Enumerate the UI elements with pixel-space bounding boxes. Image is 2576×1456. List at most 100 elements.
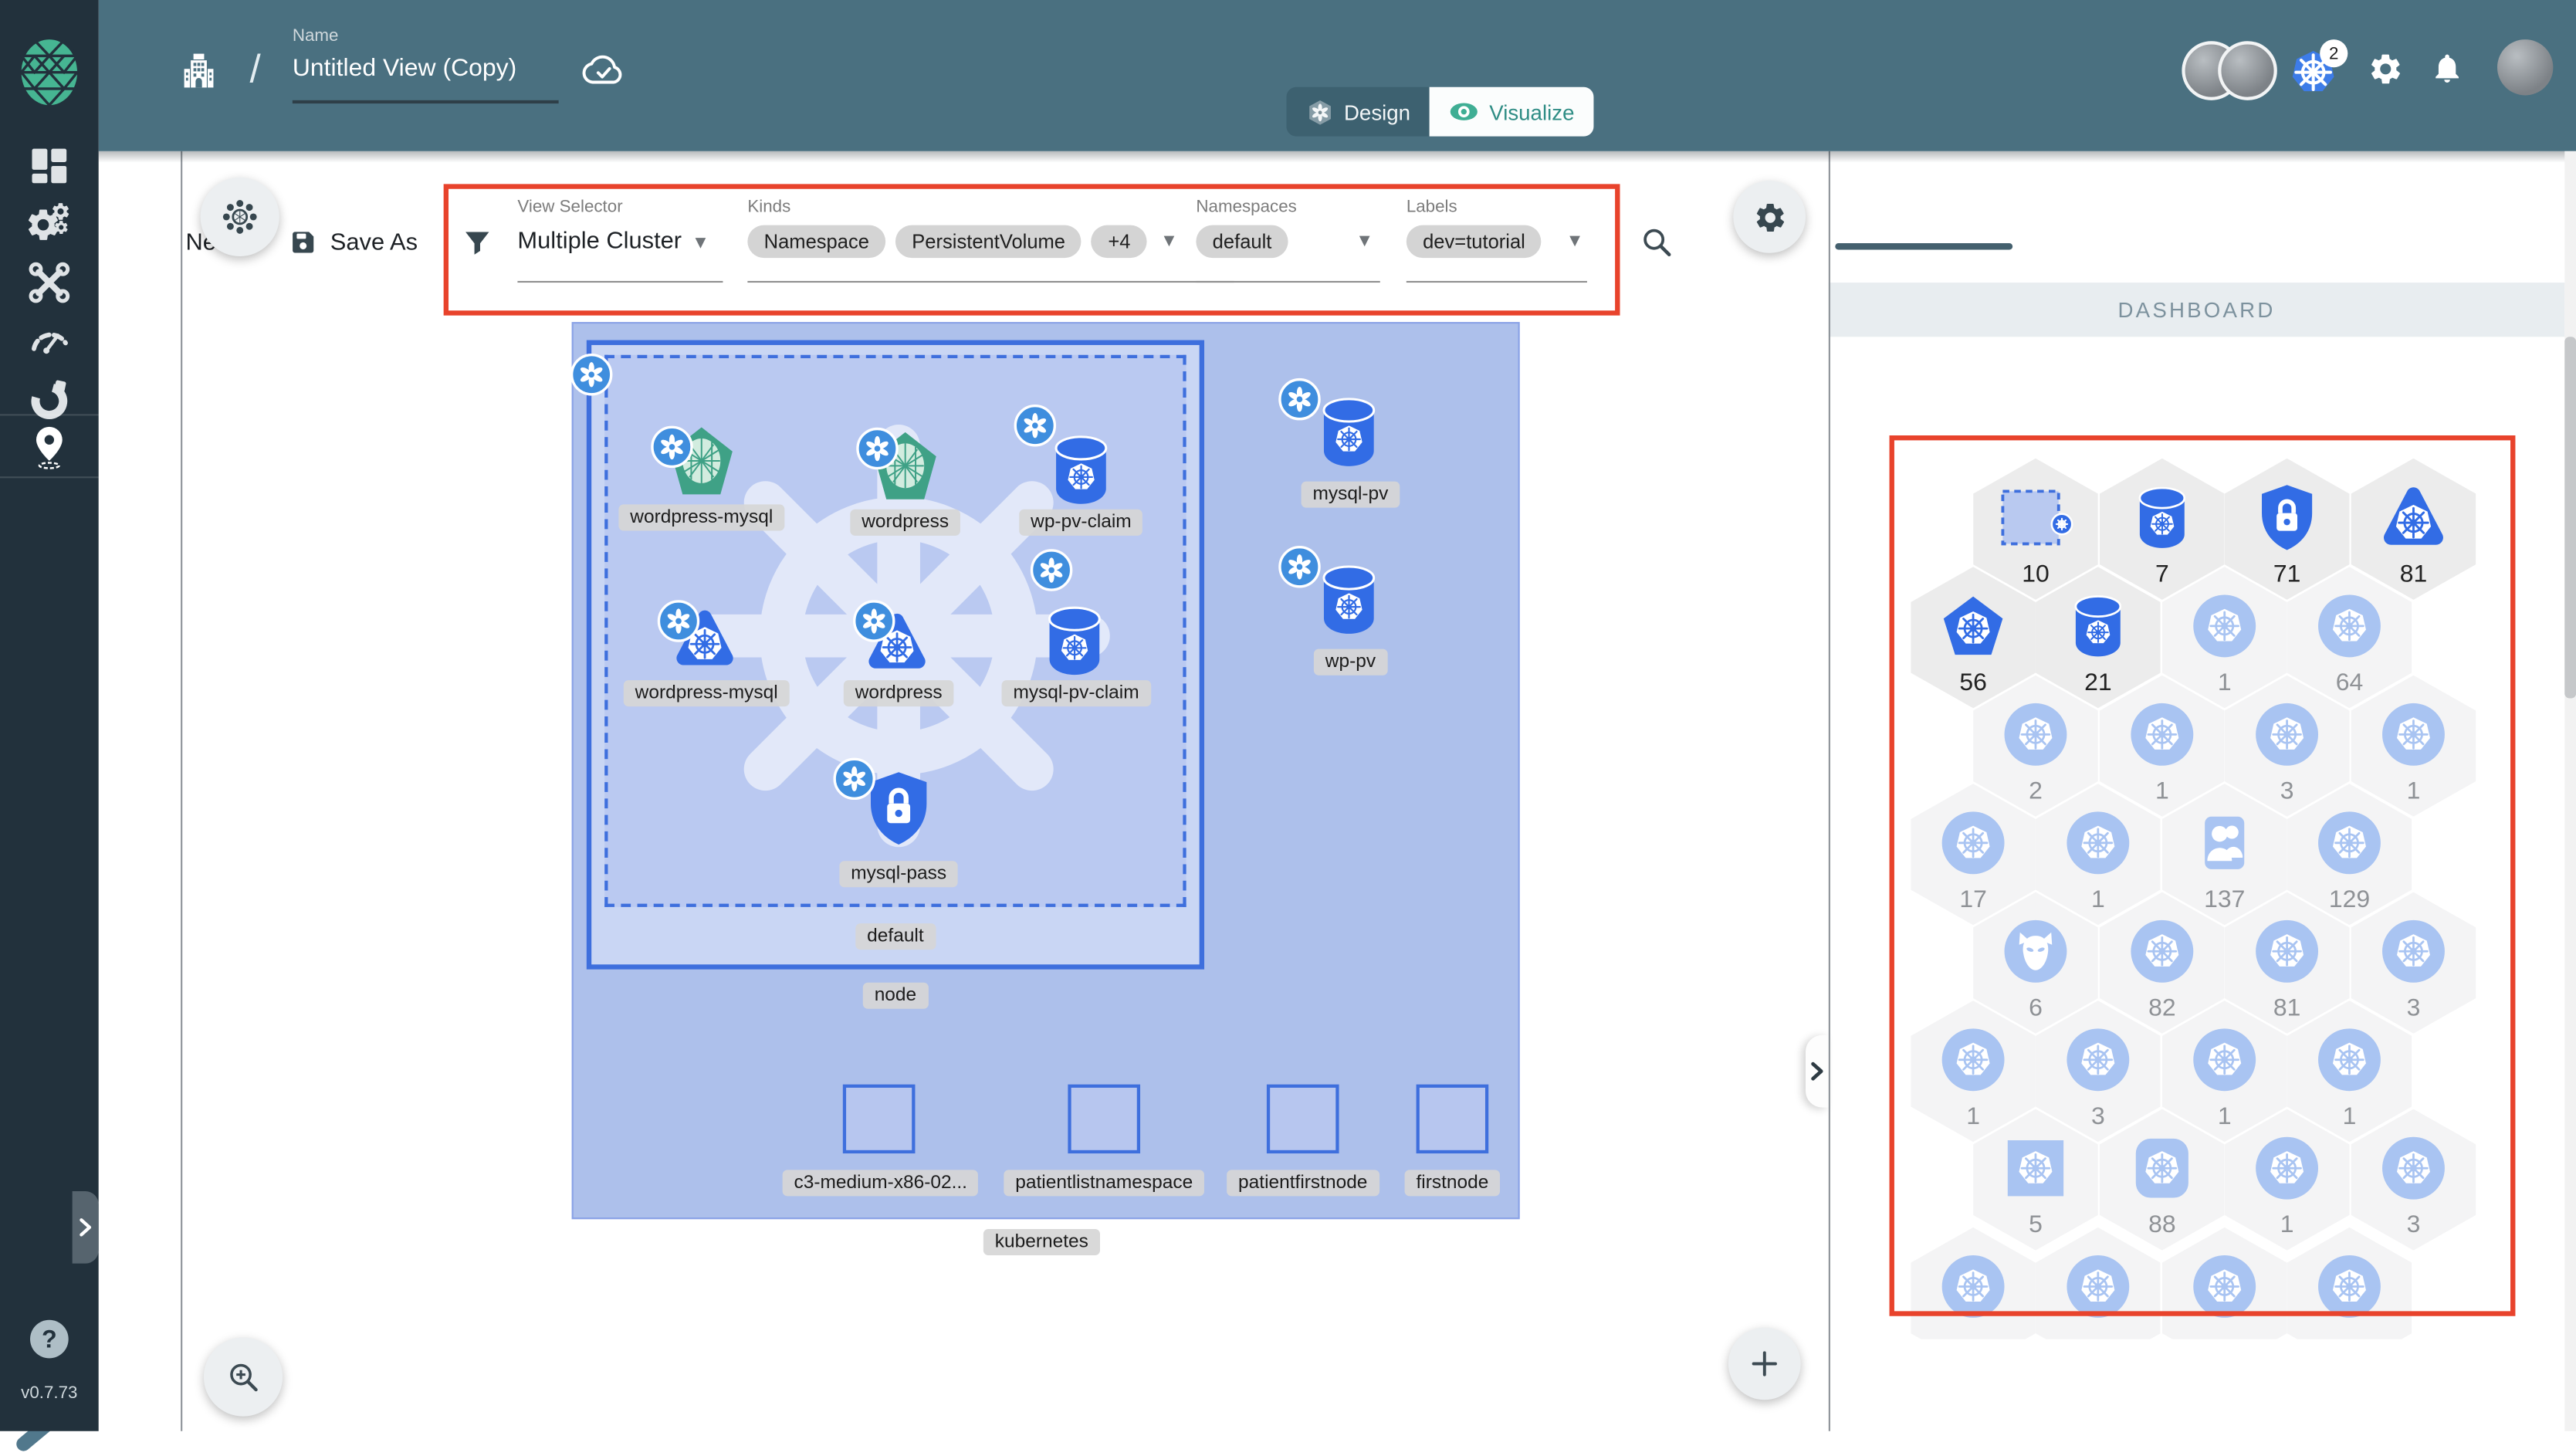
- svg-text:?: ?: [42, 1326, 57, 1353]
- mode-toggle: Design Visualize: [1286, 86, 1595, 137]
- hexagon-circle[interactable]: [2161, 1227, 2287, 1339]
- meshery-operator-badge: [651, 425, 693, 469]
- hexagon-circle[interactable]: [2287, 1227, 2412, 1339]
- resource-label: mysql-pass: [839, 861, 958, 888]
- circle-icon: [2287, 1245, 2412, 1327]
- circle-icon: [2036, 1019, 2161, 1101]
- sidebar-item-environment[interactable]: [0, 424, 99, 470]
- labels-select[interactable]: dev=tutorial ▼: [1406, 225, 1584, 259]
- meshery-logo[interactable]: [13, 36, 86, 109]
- notifications-bell-icon[interactable]: [2430, 51, 2465, 86]
- zoom-in-button[interactable]: [203, 1337, 283, 1417]
- canvas-settings-button[interactable]: [1733, 181, 1806, 253]
- sidebar-item-configuration[interactable]: [0, 259, 99, 306]
- meshery-operator-badge: [657, 600, 700, 642]
- user-avatar[interactable]: [2497, 39, 2554, 96]
- visualize-label: Visualize: [1489, 99, 1575, 124]
- meshery-app: / Name Untitled View (Copy) Design Visua…: [0, 0, 2576, 1451]
- namespace-label: default: [855, 923, 936, 950]
- design-icon: [1306, 98, 1334, 126]
- tab-design[interactable]: Design: [1286, 86, 1430, 137]
- namespaces-select[interactable]: default ▼: [1196, 225, 1373, 259]
- chevron-down-icon: ▼: [1159, 232, 1178, 252]
- circle-icon: [1911, 1245, 2036, 1327]
- name-underline: [292, 100, 559, 104]
- hexagon-circle[interactable]: [1911, 1227, 2036, 1339]
- kind-chip[interactable]: PersistentVolume: [895, 225, 1082, 259]
- save-as-button[interactable]: Save As: [330, 230, 418, 256]
- actions-fab-button[interactable]: [200, 177, 279, 257]
- tool-rail: [98, 151, 181, 1431]
- sidebar-item-lifecycle[interactable]: [0, 202, 99, 249]
- dashboard-section-header: DASHBOARD: [1828, 283, 2565, 337]
- filter-funnel-icon: [462, 227, 493, 258]
- panel-divider: [1828, 151, 1830, 1431]
- resource-count: 3: [2406, 1211, 2421, 1239]
- roundsquare-icon: [2100, 1127, 2225, 1209]
- plus-icon: [1748, 1347, 1782, 1380]
- circle-icon: [2162, 1245, 2287, 1327]
- circle-icon: [1911, 1019, 2036, 1101]
- triangle-icon: [2351, 476, 2476, 558]
- chevron-down-icon: ▼: [691, 233, 710, 253]
- resource-count: 1: [2280, 1211, 2294, 1239]
- search-icon[interactable]: [1640, 225, 1674, 260]
- node-square[interactable]: [1416, 1084, 1489, 1154]
- label-chip[interactable]: dev=tutorial: [1406, 225, 1542, 259]
- circle-icon: [2351, 1127, 2476, 1209]
- kind-chip-more[interactable]: +4: [1092, 225, 1147, 259]
- organization-icon[interactable]: [178, 49, 220, 92]
- pentagon-icon: [1911, 585, 2036, 667]
- resource-label: wordpress-mysql: [623, 680, 790, 707]
- panel-scrollbar-thumb[interactable]: [2564, 337, 2576, 699]
- resource-label: wordpress: [850, 509, 961, 536]
- circle-icon: [2162, 1019, 2287, 1101]
- circle-icon: [2100, 910, 2225, 992]
- node-label: firstnode: [1404, 1170, 1501, 1197]
- namespace-icon: [1973, 476, 2098, 558]
- node-square[interactable]: [842, 1084, 916, 1154]
- help-button[interactable]: ?: [0, 1316, 99, 1363]
- view-selector-label: View Selector: [517, 197, 623, 217]
- namespace-chip[interactable]: default: [1196, 225, 1288, 259]
- resource-label: wordpress-mysql: [618, 504, 785, 531]
- tab-visualize[interactable]: Visualize: [1430, 86, 1595, 137]
- name-input[interactable]: Untitled View (Copy): [293, 54, 516, 82]
- namespaces-label: Namespaces: [1196, 197, 1297, 217]
- sidebar-expand-button[interactable]: [72, 1191, 99, 1264]
- pv-wp-pv[interactable]: [1318, 564, 1380, 636]
- meshery-operator-badge: [570, 354, 613, 396]
- resource-hex-grid: 10 7 71 81 56 21 1 64 2 1 3 1 17 1 137 129 6 82 81 3 1 3 1 1 5 88…: [1829, 337, 2564, 1339]
- pvc-mysql-pv-claim[interactable]: [1043, 604, 1105, 677]
- node-square[interactable]: [1266, 1084, 1339, 1154]
- add-button[interactable]: [1728, 1327, 1801, 1400]
- resource-count: 5: [2029, 1211, 2043, 1239]
- meshery-operator-badge: [1278, 378, 1321, 421]
- pv-mysql-pv[interactable]: [1318, 396, 1380, 469]
- kind-chip[interactable]: Namespace: [747, 225, 886, 259]
- sidebar-item-performance[interactable]: [0, 317, 99, 364]
- name-field-label: Name: [292, 26, 339, 46]
- circle-icon: [1911, 802, 2036, 884]
- chevron-right-icon: [76, 1217, 96, 1238]
- magnifier-plus-icon: [225, 1359, 262, 1395]
- circle-icon: [2351, 693, 2476, 775]
- hexagon-circle[interactable]: [2035, 1227, 2161, 1339]
- collaborator-avatar[interactable]: [2218, 41, 2277, 100]
- gear-icon: [1752, 200, 1787, 235]
- pvc-wp-pv-claim[interactable]: [1050, 434, 1112, 506]
- cluster-label: kubernetes: [983, 1228, 1100, 1256]
- node-square[interactable]: [1068, 1084, 1141, 1154]
- visualize-eye-icon: [1450, 100, 1479, 124]
- panel-collapse-handle[interactable]: [1806, 1034, 1829, 1108]
- kinds-label: Kinds: [747, 197, 791, 217]
- sidebar-item-dashboard[interactable]: [0, 143, 99, 189]
- volume-icon: [2036, 585, 2161, 667]
- meshery-operator-badge: [833, 757, 875, 801]
- gear-icon[interactable]: [2368, 51, 2404, 87]
- meshery-operator-badge: [856, 427, 899, 470]
- version-label: v0.7.73: [21, 1383, 78, 1404]
- kinds-select[interactable]: Namespace PersistentVolume +4 ▼: [747, 225, 1178, 259]
- view-selector-dropdown[interactable]: Multiple Cluster ▼: [517, 229, 709, 255]
- cloud-sync-icon: [581, 49, 624, 92]
